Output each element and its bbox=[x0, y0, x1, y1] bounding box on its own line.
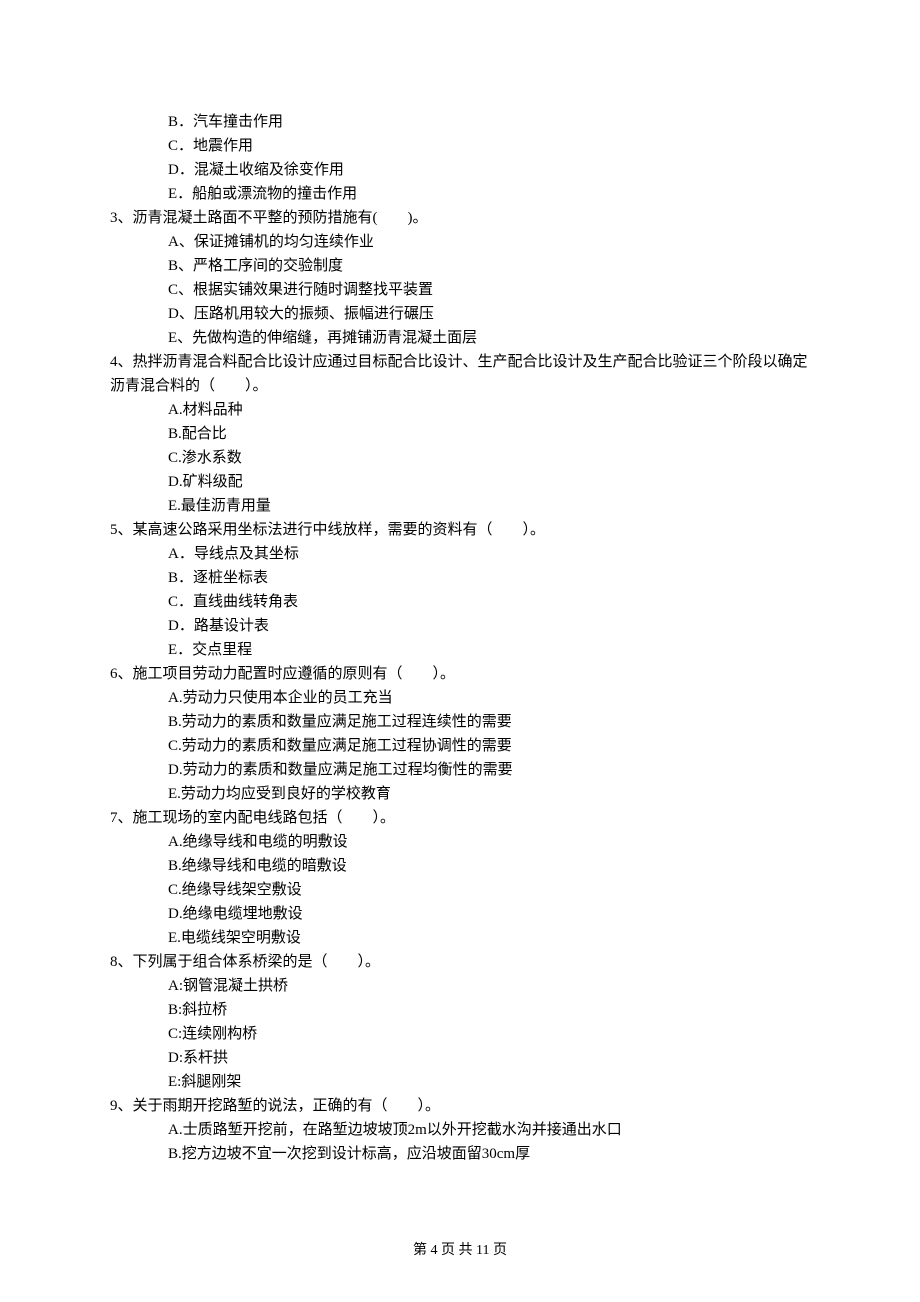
option-line: A:钢管混凝土拱桥 bbox=[110, 974, 810, 998]
page-footer: 第 4 页 共 11 页 bbox=[0, 1240, 920, 1262]
option-line: A.绝缘导线和电缆的明敷设 bbox=[110, 830, 810, 854]
option-line: E．交点里程 bbox=[110, 638, 810, 662]
option-line: B．逐桩坐标表 bbox=[110, 566, 810, 590]
option-line: E.最佳沥青用量 bbox=[110, 494, 810, 518]
option-line: A.材料品种 bbox=[110, 398, 810, 422]
option-line: A.士质路堑开挖前，在路堑边坡坡顶2m以外开挖截水沟并接通出水口 bbox=[110, 1118, 810, 1142]
option-line: B.挖方边坡不宜一次挖到设计标高，应沿坡面留30cm厚 bbox=[110, 1142, 810, 1166]
option-line: E、先做构造的伸缩缝，再摊铺沥青混凝土面层 bbox=[110, 326, 810, 350]
option-line: E．船舶或漂流物的撞击作用 bbox=[110, 182, 810, 206]
question-stem: 5、某高速公路采用坐标法进行中线放样，需要的资料有（ ）。 bbox=[110, 518, 810, 542]
option-line: D:系杆拱 bbox=[110, 1046, 810, 1070]
option-line: B.配合比 bbox=[110, 422, 810, 446]
option-line: B:斜拉桥 bbox=[110, 998, 810, 1022]
option-line: C．直线曲线转角表 bbox=[110, 590, 810, 614]
option-line: A．导线点及其坐标 bbox=[110, 542, 810, 566]
option-line: E:斜腿刚架 bbox=[110, 1070, 810, 1094]
option-line: D.绝缘电缆埋地敷设 bbox=[110, 902, 810, 926]
option-line: C.绝缘导线架空敷设 bbox=[110, 878, 810, 902]
option-line: D．路基设计表 bbox=[110, 614, 810, 638]
question-stem: 9、关于雨期开挖路堑的说法，正确的有（ ）。 bbox=[110, 1094, 810, 1118]
option-line: E.劳动力均应受到良好的学校教育 bbox=[110, 782, 810, 806]
option-line: B、严格工序间的交验制度 bbox=[110, 254, 810, 278]
option-line: E.电缆线架空明敷设 bbox=[110, 926, 810, 950]
option-line: B．汽车撞击作用 bbox=[110, 110, 810, 134]
option-line: C、根据实铺效果进行随时调整找平装置 bbox=[110, 278, 810, 302]
exam-page: B．汽车撞击作用 C．地震作用 D．混凝土收缩及徐变作用 E．船舶或漂流物的撞击… bbox=[0, 0, 920, 1302]
option-line: C．地震作用 bbox=[110, 134, 810, 158]
option-line: C.渗水系数 bbox=[110, 446, 810, 470]
option-line: D.劳动力的素质和数量应满足施工过程均衡性的需要 bbox=[110, 758, 810, 782]
option-line: A.劳动力只使用本企业的员工充当 bbox=[110, 686, 810, 710]
option-line: D．混凝土收缩及徐变作用 bbox=[110, 158, 810, 182]
question-stem: 7、施工现场的室内配电线路包括（ ）。 bbox=[110, 806, 810, 830]
option-line: C.劳动力的素质和数量应满足施工过程协调性的需要 bbox=[110, 734, 810, 758]
question-stem: 6、施工项目劳动力配置时应遵循的原则有（ ）。 bbox=[110, 662, 810, 686]
question-stem: 4、热拌沥青混合料配合比设计应通过目标配合比设计、生产配合比设计及生产配合比验证… bbox=[110, 350, 810, 398]
option-line: B.绝缘导线和电缆的暗敷设 bbox=[110, 854, 810, 878]
option-line: D、压路机用较大的振频、振幅进行碾压 bbox=[110, 302, 810, 326]
option-line: A、保证摊铺机的均匀连续作业 bbox=[110, 230, 810, 254]
option-line: D.矿料级配 bbox=[110, 470, 810, 494]
question-stem: 8、下列属于组合体系桥梁的是（ ）。 bbox=[110, 950, 810, 974]
option-line: B.劳动力的素质和数量应满足施工过程连续性的需要 bbox=[110, 710, 810, 734]
option-line: C:连续刚构桥 bbox=[110, 1022, 810, 1046]
question-stem: 3、沥青混凝土路面不平整的预防措施有( )。 bbox=[110, 206, 810, 230]
